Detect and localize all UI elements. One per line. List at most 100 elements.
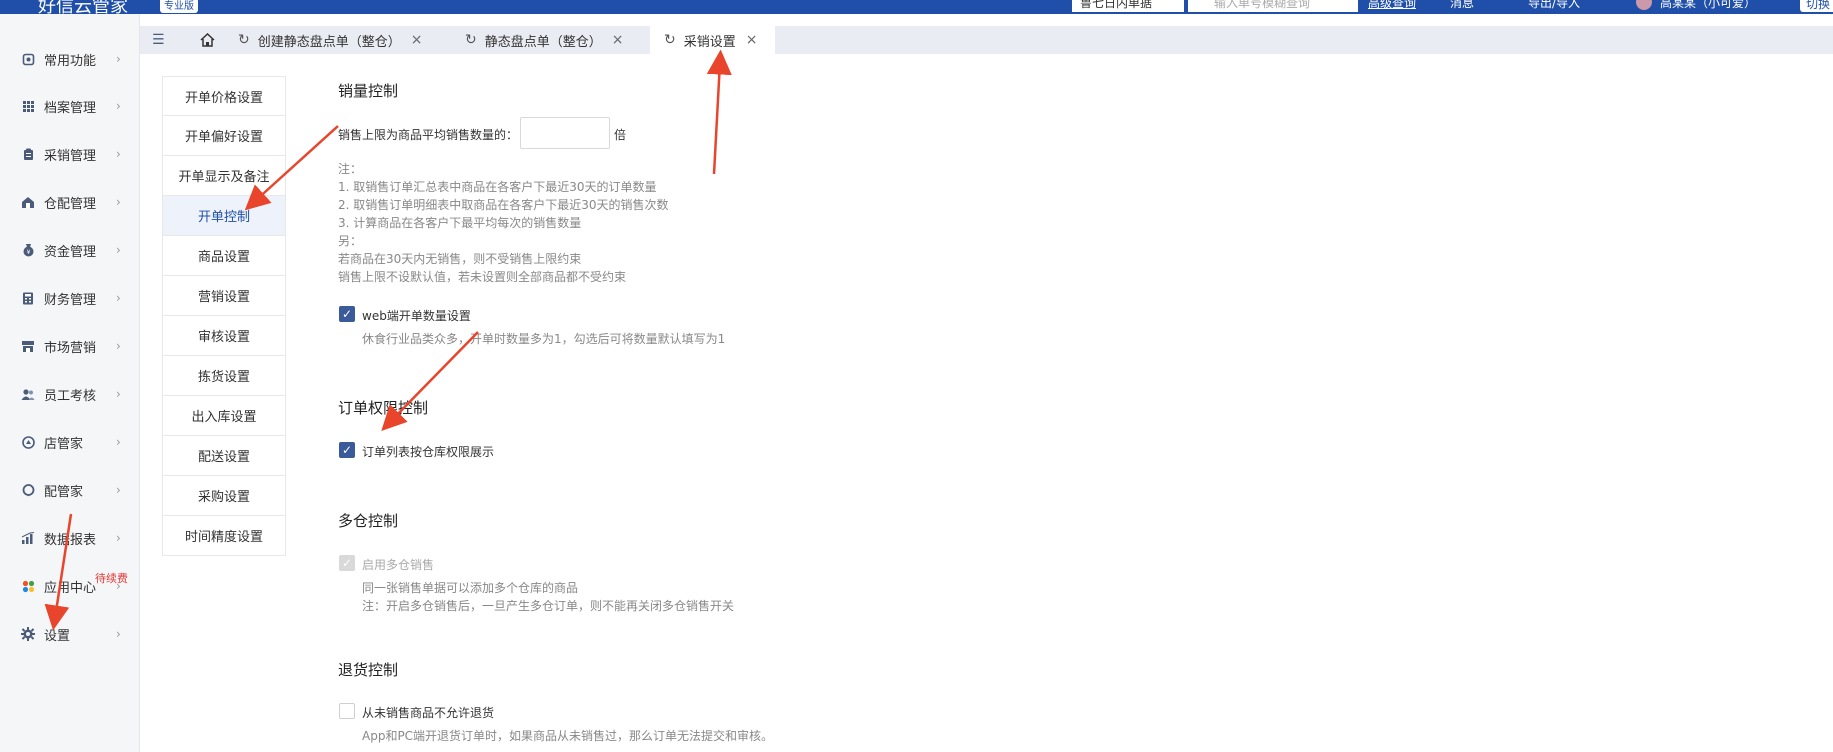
chevron-right-icon: › xyxy=(116,99,121,113)
note-line: 另： xyxy=(338,234,363,248)
sidebar-item-delivery-manager[interactable]: 配管家 › xyxy=(0,475,140,505)
sidebar-item-label: 档案管理 xyxy=(44,100,97,116)
order-permission-checkbox[interactable]: ✓ xyxy=(339,442,355,458)
sidebar-item-staff[interactable]: 员工考核 › xyxy=(0,379,140,409)
multi-warehouse-desc: 同一张销售单据可以添加多个仓库的商品 xyxy=(362,581,579,595)
return-control-label: 从未销售商品不允许退货 xyxy=(362,706,495,720)
chevron-right-icon: › xyxy=(116,243,121,257)
sales-limit-input[interactable] xyxy=(520,117,610,149)
section-title-sales-control: 销量控制 xyxy=(338,82,399,100)
clipboard-icon xyxy=(21,147,35,161)
multi-warehouse-checkbox: ✓ xyxy=(339,555,355,571)
sidebar-item-label: 仓配管理 xyxy=(44,196,97,212)
chevron-right-icon: › xyxy=(116,387,121,401)
web-qty-checkbox[interactable]: ✓ xyxy=(339,306,355,322)
submenu-item-time-precision[interactable]: 时间精度设置 xyxy=(162,516,286,556)
header-right-button[interactable]: 切换 xyxy=(1800,0,1833,12)
submenu-item-in-out-stock[interactable]: 出入库设置 xyxy=(162,396,286,436)
sidebar-item-archives[interactable]: 档案管理 › xyxy=(0,91,140,121)
chevron-right-icon: › xyxy=(116,147,121,161)
sales-limit-label: 销售上限为商品平均销售数量的： xyxy=(338,128,519,142)
submenu-item-review[interactable]: 审核设置 xyxy=(162,316,286,356)
chevron-right-icon: › xyxy=(116,339,121,353)
sidebar-item-label: 市场营销 xyxy=(44,340,97,356)
chevron-right-icon: › xyxy=(116,483,121,497)
chevron-right-icon: › xyxy=(116,435,121,449)
submenu-item-preference[interactable]: 开单偏好设置 xyxy=(162,116,286,156)
submenu-item-picking[interactable]: 拣货设置 xyxy=(162,356,286,396)
submenu-item-price[interactable]: 开单价格设置 xyxy=(162,76,286,116)
sidebar-item-app-center[interactable]: 应用中心 待续费 › xyxy=(0,571,140,601)
settings-content: 销量控制 销售上限为商品平均销售数量的： 倍 注： 1. 取销售订单汇总表中商品… xyxy=(338,0,1738,752)
multi-warehouse-label: 启用多仓销售 xyxy=(362,558,435,572)
calculator-icon xyxy=(21,291,35,305)
note-line: 2. 取销售订单明细表中取商品在各客户下最近30天的销售次数 xyxy=(338,198,669,212)
sidebar-item-label: 资金管理 xyxy=(44,244,97,260)
chevron-right-icon: › xyxy=(116,579,121,593)
sidebar-item-label: 采销管理 xyxy=(44,148,97,164)
gear-icon xyxy=(21,627,35,641)
doc-icon xyxy=(21,52,35,66)
submenu-item-delivery[interactable]: 配送设置 xyxy=(162,436,286,476)
submenu-item-product[interactable]: 商品设置 xyxy=(162,236,286,276)
sidebar-item-warehouse[interactable]: 仓配管理 › xyxy=(0,187,140,217)
sidebar-item-common[interactable]: 常用功能 › xyxy=(0,44,140,74)
sidebar: 常用功能 › 档案管理 › 采销管理 › 仓配管理 › ¥ 资金管理 › 财务管… xyxy=(0,14,140,752)
people-icon xyxy=(21,387,35,401)
sidebar-item-label: 财务管理 xyxy=(44,292,97,308)
multi-warehouse-note: 注：开启多仓销售后，一旦产生多仓订单，则不能再关闭多仓销售开关 xyxy=(362,599,735,613)
money-bag-icon: ¥ xyxy=(21,243,35,257)
sidebar-item-label: 数据报表 xyxy=(44,532,97,548)
sidebar-item-reports[interactable]: 数据报表 › xyxy=(0,523,140,553)
note-line: 3. 计算商品在各客户下最平均每次的销售数量 xyxy=(338,216,582,230)
sidebar-item-label: 应用中心 xyxy=(44,580,97,596)
bar-chart-icon xyxy=(21,531,35,545)
renewal-badge: 待续费 xyxy=(95,572,128,585)
chevron-right-icon: › xyxy=(116,291,121,305)
sidebar-item-marketing[interactable]: 市场营销 › xyxy=(0,331,140,361)
note-line: 注： xyxy=(338,162,363,176)
section-title-multi-warehouse: 多仓控制 xyxy=(338,512,399,530)
sidebar-item-settings[interactable]: 设置 › xyxy=(0,619,140,649)
sidebar-item-label: 配管家 xyxy=(44,484,84,500)
sidebar-item-label: 设置 xyxy=(44,628,71,644)
submenu-item-marketing[interactable]: 营销设置 xyxy=(162,276,286,316)
edition-badge: 专业版 xyxy=(160,0,198,13)
submenu-item-display-remarks[interactable]: 开单显示及备注 xyxy=(162,156,286,196)
section-title-order-permission: 订单权限控制 xyxy=(338,399,429,417)
chevron-right-icon: › xyxy=(116,195,121,209)
chat-icon xyxy=(21,483,35,497)
app-title: 好信云管家 xyxy=(38,0,128,14)
collapse-menu-icon[interactable]: ☰ xyxy=(152,32,165,48)
warehouse-icon xyxy=(21,195,35,209)
chevron-right-icon: › xyxy=(116,52,121,66)
sidebar-item-label: 员工考核 xyxy=(44,388,97,404)
settings-submenu: 开单价格设置 开单偏好设置 开单显示及备注 开单控制 商品设置 营销设置 审核设… xyxy=(162,76,286,556)
note-line: 销售上限不设默认值，若未设置则全部商品都不受约束 xyxy=(338,270,627,284)
grid-icon xyxy=(21,99,35,113)
return-control-checkbox[interactable] xyxy=(339,703,355,719)
web-qty-desc: 休食行业品类众多，开单时数量多为1，勾选后可将数量默认填写为1 xyxy=(362,332,726,346)
shop-icon xyxy=(21,435,35,449)
chevron-right-icon: › xyxy=(116,531,121,545)
sidebar-item-funds[interactable]: ¥ 资金管理 › xyxy=(0,235,140,265)
web-qty-label: web端开单数量设置 xyxy=(362,309,471,323)
sidebar-item-label: 常用功能 xyxy=(44,53,97,69)
submenu-item-purchase[interactable]: 采购设置 xyxy=(162,476,286,516)
return-control-desc: App和PC端开退货订单时，如果商品从未销售过，那么订单无法提交和审核。 xyxy=(362,729,774,743)
refresh-icon[interactable]: ↻ xyxy=(238,32,250,48)
svg-text:¥: ¥ xyxy=(26,249,30,256)
order-permission-label: 订单列表按仓库权限展示 xyxy=(362,445,495,459)
sidebar-item-label: 店管家 xyxy=(44,436,84,452)
section-title-return-control: 退货控制 xyxy=(338,661,399,679)
sidebar-item-finance[interactable]: 财务管理 › xyxy=(0,283,140,313)
store-icon xyxy=(21,339,35,353)
sidebar-item-purchase-sales[interactable]: 采销管理 › xyxy=(0,139,140,169)
sidebar-item-shop-manager[interactable]: 店管家 › xyxy=(0,427,140,457)
chevron-right-icon: › xyxy=(116,627,121,641)
home-icon[interactable] xyxy=(195,31,219,49)
note-line: 1. 取销售订单汇总表中商品在各客户下最近30天的订单数量 xyxy=(338,180,657,194)
note-line: 若商品在30天内无销售，则不受销售上限约束 xyxy=(338,252,582,266)
sales-limit-unit: 倍 xyxy=(614,128,627,142)
submenu-item-order-control[interactable]: 开单控制 xyxy=(162,196,286,236)
